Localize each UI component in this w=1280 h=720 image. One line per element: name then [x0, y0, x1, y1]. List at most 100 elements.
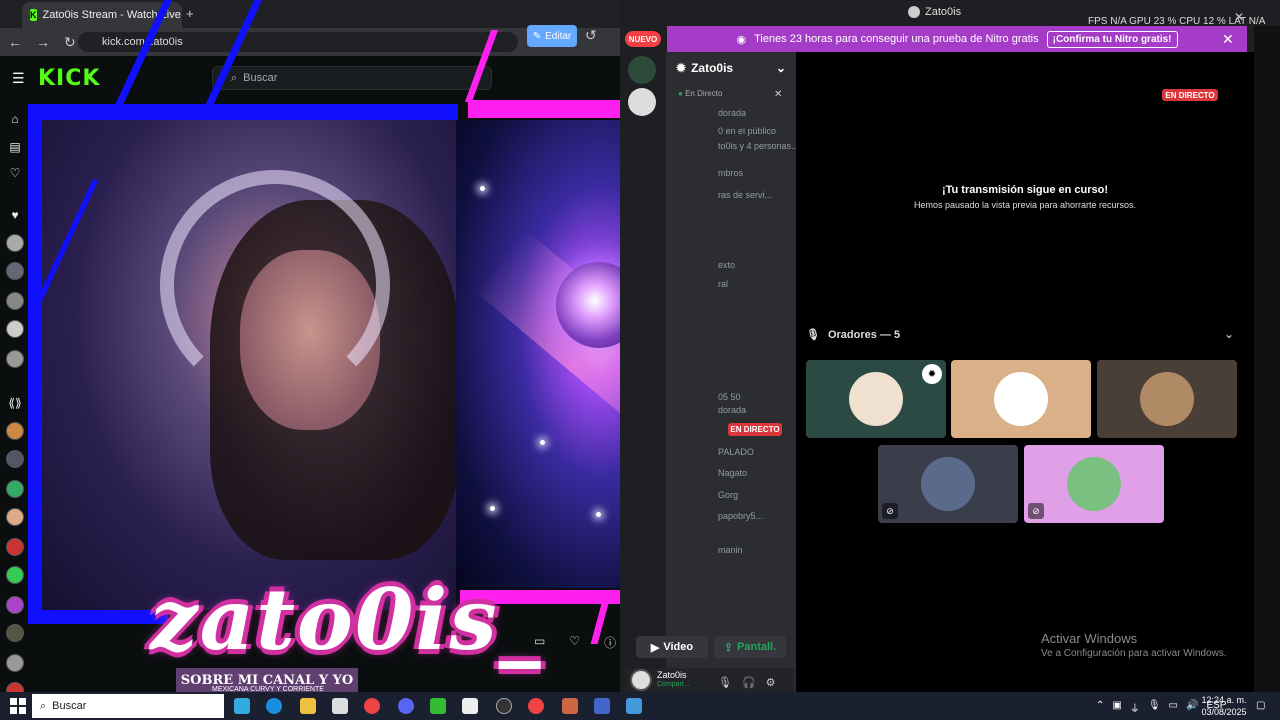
channel-item[interactable]: dorada	[718, 405, 746, 415]
back-icon[interactable]: ←	[8, 34, 22, 50]
speakers-header[interactable]: 🎙 Oradores — 5	[806, 328, 1236, 342]
follow-heart-icon[interactable]: ♡	[569, 634, 580, 650]
server-badge-icon: ✹	[676, 61, 687, 75]
theater-mode-icon[interactable]: ▭	[534, 634, 545, 650]
channel-avatar[interactable]	[6, 596, 24, 614]
channel-item[interactable]: Nagato	[718, 468, 747, 478]
overlay-frame-left	[28, 104, 42, 624]
app-icon[interactable]	[594, 698, 610, 714]
channel-item[interactable]: ral	[718, 279, 728, 289]
microphone-icon[interactable]: 🎙	[718, 676, 732, 689]
channel-avatar[interactable]	[6, 654, 24, 672]
xbox-icon[interactable]	[430, 698, 446, 714]
usb-icon[interactable]: ⏚	[1130, 700, 1140, 715]
edit-button-label: Editar	[545, 30, 572, 42]
speaker-tile[interactable]: ✹	[806, 360, 946, 438]
kick-logo[interactable]: KICK	[38, 66, 100, 91]
server-icon[interactable]	[628, 56, 656, 84]
discord-icon[interactable]	[398, 698, 414, 714]
taskbar-search[interactable]: ⌕ Buscar	[32, 694, 224, 718]
live-dot-icon: ●	[678, 89, 683, 98]
nitro-confirm-button[interactable]: ¡Confirma tu Nitro gratis!	[1046, 30, 1178, 48]
channel-item[interactable]: papobry5...	[718, 511, 763, 521]
chevron-up-icon[interactable]: ⌃	[1096, 700, 1104, 715]
network-icon[interactable]: ▭	[1169, 700, 1178, 715]
edge-icon[interactable]	[266, 698, 282, 714]
channel-avatar[interactable]	[6, 350, 24, 368]
speaker-tile[interactable]: ⊘	[878, 445, 1018, 523]
chrome-icon[interactable]	[364, 698, 380, 714]
channel-avatar[interactable]	[6, 422, 24, 440]
file-explorer-icon[interactable]	[300, 698, 316, 714]
kick-search-input[interactable]: ⌕ Buscar	[212, 66, 492, 90]
avatar[interactable]	[630, 669, 652, 691]
channel-avatar[interactable]	[6, 566, 24, 584]
edit-button[interactable]: ✎ Editar	[527, 25, 577, 47]
channel-item[interactable]: Gorg	[718, 490, 738, 500]
device-icon[interactable]: ▣	[1112, 700, 1121, 715]
server-header[interactable]: ✹ Zato0is ⌄	[676, 60, 786, 76]
avatar	[849, 372, 903, 426]
following-icon[interactable]: ♡	[6, 164, 24, 182]
channel-avatar[interactable]	[6, 480, 24, 498]
title-avatar-icon	[908, 6, 920, 18]
channel-avatar[interactable]	[6, 450, 24, 468]
forward-icon[interactable]: →	[36, 34, 50, 50]
edit-icon: ✎	[532, 30, 542, 42]
channel-item[interactable]: ras de servi...	[718, 190, 772, 200]
window-title-text: Zato0is	[925, 6, 962, 18]
close-icon[interactable]: ✕	[774, 89, 782, 100]
server-icon[interactable]	[628, 88, 656, 116]
headphones-icon[interactable]: 🎧	[742, 676, 756, 689]
nitro-text: Tienes 23 horas para conseguir una prueb…	[754, 33, 1039, 45]
channel-avatar[interactable]	[6, 624, 24, 642]
clock[interactable]: 12:24 a. m. 03/08/2025	[1196, 694, 1252, 718]
settings-icon[interactable]: ⚙	[766, 676, 776, 689]
channel-avatar[interactable]	[6, 320, 24, 338]
chrome-icon[interactable]	[528, 698, 544, 714]
moderator-badge-icon: ✹	[922, 364, 942, 384]
chevron-down-icon: ⌄	[775, 61, 786, 75]
channel-item[interactable]: manin	[718, 545, 743, 555]
close-icon[interactable]: ✕	[1222, 31, 1234, 48]
menu-icon[interactable]: ☰	[12, 70, 25, 87]
channel-avatar[interactable]	[6, 538, 24, 556]
browse-icon[interactable]: ▤	[6, 138, 24, 156]
new-tab-button[interactable]: +	[186, 6, 194, 21]
speaker-tile[interactable]	[1097, 360, 1237, 438]
channel-avatar[interactable]	[6, 262, 24, 280]
channel-item[interactable]: 0 en el público	[718, 126, 776, 136]
obs-icon[interactable]	[496, 698, 512, 714]
info-icon[interactable]: ⓘ	[604, 634, 616, 650]
speakers-title: Oradores — 5	[827, 328, 901, 341]
channel-avatar[interactable]	[6, 234, 24, 252]
rotate-icon[interactable]: ↺	[585, 27, 603, 45]
channel-item[interactable]: to0is y 4 personas...	[718, 141, 799, 151]
window-close-icon[interactable]: ✕	[1234, 10, 1244, 24]
favorites-icon[interactable]: ♥	[6, 206, 24, 224]
channel-item[interactable]: exto	[718, 260, 735, 270]
start-button[interactable]	[10, 698, 26, 714]
channel-avatar[interactable]	[6, 292, 24, 310]
microphone-icon[interactable]: 🎙	[1148, 700, 1161, 715]
channel-item[interactable]: PALADO	[718, 447, 754, 457]
channel-avatar[interactable]	[6, 508, 24, 526]
speaker-tile[interactable]: ⊘	[1024, 445, 1164, 523]
photos-icon[interactable]	[626, 698, 642, 714]
channel-item[interactable]: dorada	[718, 108, 746, 118]
document-icon[interactable]	[462, 698, 478, 714]
live-channels-icon[interactable]: ⟪⟫	[6, 394, 24, 412]
reload-icon[interactable]: ↻	[64, 34, 76, 51]
home-icon[interactable]: ⌂	[6, 110, 24, 128]
video-button[interactable]: ▶ Video	[636, 636, 708, 658]
speaker-tile[interactable]	[951, 360, 1091, 438]
microphone-icon: 🎙	[806, 329, 820, 341]
screen-share-button[interactable]: ⇪ Pantall.	[714, 636, 786, 658]
chevron-down-icon[interactable]: ⌄	[1224, 327, 1234, 341]
copilot-icon[interactable]	[234, 698, 250, 714]
store-icon[interactable]	[332, 698, 348, 714]
notifications-icon[interactable]: ▢	[1256, 700, 1265, 711]
channel-item[interactable]: mbros	[718, 168, 743, 178]
winrar-icon[interactable]	[562, 698, 578, 714]
channel-item[interactable]: 05 50	[718, 392, 741, 402]
